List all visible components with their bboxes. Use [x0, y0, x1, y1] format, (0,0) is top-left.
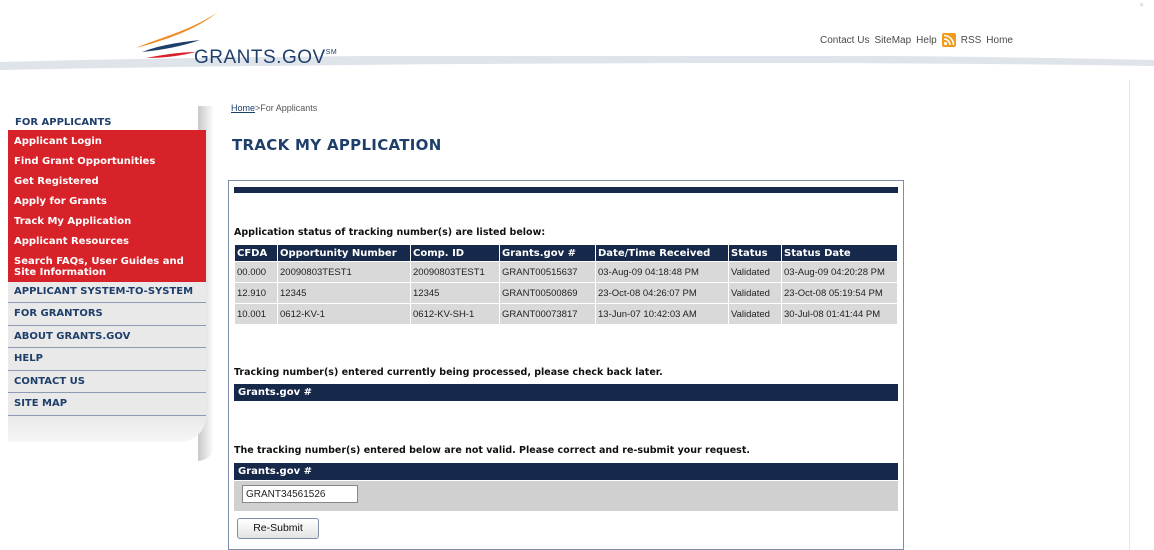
sidebar-item-applicant-system-to-system[interactable]: APPLICANT SYSTEM-TO-SYSTEM — [8, 282, 206, 303]
sidebar-item-track-my-application[interactable]: Track My Application — [8, 212, 206, 232]
invalid-table-header: Grants.gov # — [234, 463, 898, 480]
home-link[interactable]: Home — [986, 35, 1013, 46]
cell-status: Validated — [728, 282, 782, 304]
sidebar-item-contact-us[interactable]: CONTACT US — [8, 371, 206, 393]
cell-opportunity-number: 0612-KV-1 — [277, 303, 411, 325]
status-table-header-row: CFDA Opportunity Number Comp. ID Grants.… — [234, 244, 898, 262]
cell-status: Validated — [728, 303, 782, 325]
resubmit-button[interactable]: Re-Submit — [237, 518, 319, 539]
sidebar-item-applicant-resources[interactable]: Applicant Resources — [8, 232, 206, 252]
sidebar-item-search-faqs[interactable]: Search FAQs, User Guides and Site Inform… — [8, 252, 206, 280]
sidebar-applicant-menu: Applicant Login Find Grant Opportunities… — [8, 130, 206, 282]
cell-grants-gov-number: GRANT00073817 — [499, 303, 596, 325]
cell-status-date: 30-Jul-08 01:41:44 PM — [781, 303, 898, 325]
table-row: 12.910 12345 12345 GRANT00500869 23-Oct-… — [234, 282, 898, 304]
cell-comp-id: 20090803TEST1 — [410, 261, 500, 283]
cell-status-date: 03-Aug-09 04:20:28 PM — [781, 261, 898, 283]
column-header-cfda: CFDA — [234, 244, 278, 262]
cell-opportunity-number: 20090803TEST1 — [277, 261, 411, 283]
cell-comp-id: 12345 — [410, 282, 500, 304]
cell-status: Validated — [728, 261, 782, 283]
cell-grants-gov-number: GRANT00500869 — [499, 282, 596, 304]
column-header-opportunity-number: Opportunity Number — [277, 244, 411, 262]
sidebar-item-for-grantors[interactable]: FOR GRANTORS — [8, 303, 206, 326]
top-links: Contact Us SiteMap Help RSS Home — [820, 33, 1013, 47]
page-header: GRANTS.GOVSM Contact Us SiteMap Help RSS… — [0, 0, 1154, 80]
sidebar-item-get-registered[interactable]: Get Registered — [8, 172, 206, 192]
breadcrumb-current: For Applicants — [260, 103, 318, 113]
sidebar-item-help[interactable]: HELP — [8, 348, 206, 371]
logo-text[interactable]: GRANTS.GOVSM — [194, 47, 337, 69]
column-header-status: Status — [728, 244, 782, 262]
invalid-numbers-row — [234, 481, 898, 511]
column-header-status-date: Status Date — [781, 244, 898, 262]
scrollbar-corner: ▫ — [1140, 0, 1144, 11]
cell-date-time-received: 13-Jun-07 10:42:03 AM — [595, 303, 729, 325]
cell-cfda: 12.910 — [234, 282, 278, 304]
sidebar-heading: FOR APPLICANTS — [15, 117, 112, 128]
sidebar-footer — [8, 415, 206, 442]
cell-comp-id: 0612-KV-SH-1 — [410, 303, 500, 325]
table-row: 00.000 20090803TEST1 20090803TEST1 GRANT… — [234, 261, 898, 283]
cell-opportunity-number: 12345 — [277, 282, 411, 304]
page-edge-divider — [1129, 80, 1130, 550]
rss-icon[interactable] — [941, 33, 956, 47]
track-application-panel: Application status of tracking number(s)… — [228, 180, 904, 550]
cell-status-date: 23-Oct-08 05:19:54 PM — [781, 282, 898, 304]
cell-cfda: 10.001 — [234, 303, 278, 325]
breadcrumb: Home>For Applicants — [231, 103, 317, 113]
processing-table-header: Grants.gov # — [234, 384, 898, 401]
sidebar-item-apply-for-grants[interactable]: Apply for Grants — [8, 192, 206, 212]
cell-grants-gov-number: GRANT00515637 — [499, 261, 596, 283]
status-table: CFDA Opportunity Number Comp. ID Grants.… — [234, 244, 898, 325]
sitemap-link[interactable]: SiteMap — [874, 35, 911, 46]
breadcrumb-home-link[interactable]: Home — [231, 103, 255, 113]
table-row: 10.001 0612-KV-1 0612-KV-SH-1 GRANT00073… — [234, 303, 898, 325]
column-header-date-time-received: Date/Time Received — [595, 244, 729, 262]
invalid-section-intro: The tracking number(s) entered below are… — [234, 445, 750, 456]
sidebar: FOR APPLICANTS Applicant Login Find Gran… — [8, 108, 206, 442]
contact-us-link[interactable]: Contact Us — [820, 35, 869, 46]
sidebar-item-find-grant-opportunities[interactable]: Find Grant Opportunities — [8, 152, 206, 172]
service-mark: SM — [325, 49, 338, 56]
processing-section-intro: Tracking number(s) entered currently bei… — [234, 367, 663, 378]
sidebar-item-about-grants-gov[interactable]: ABOUT GRANTS.GOV — [8, 326, 206, 348]
cell-date-time-received: 23-Oct-08 04:26:07 PM — [595, 282, 729, 304]
cell-date-time-received: 03-Aug-09 04:18:48 PM — [595, 261, 729, 283]
column-header-comp-id: Comp. ID — [410, 244, 500, 262]
page-title: TRACK MY APPLICATION — [232, 136, 442, 154]
column-header-grants-gov-number: Grants.gov # — [499, 244, 596, 262]
cell-cfda: 00.000 — [234, 261, 278, 283]
sidebar-item-applicant-login[interactable]: Applicant Login — [8, 132, 206, 152]
help-link[interactable]: Help — [916, 35, 937, 46]
panel-top-bar — [234, 187, 898, 193]
status-section-intro: Application status of tracking number(s)… — [234, 227, 546, 238]
tracking-number-input[interactable] — [242, 485, 358, 503]
sidebar-item-site-map[interactable]: SITE MAP — [8, 393, 206, 416]
sidebar-main-menu: APPLICANT SYSTEM-TO-SYSTEM FOR GRANTORS … — [8, 282, 206, 416]
rss-link[interactable]: RSS — [961, 35, 982, 46]
